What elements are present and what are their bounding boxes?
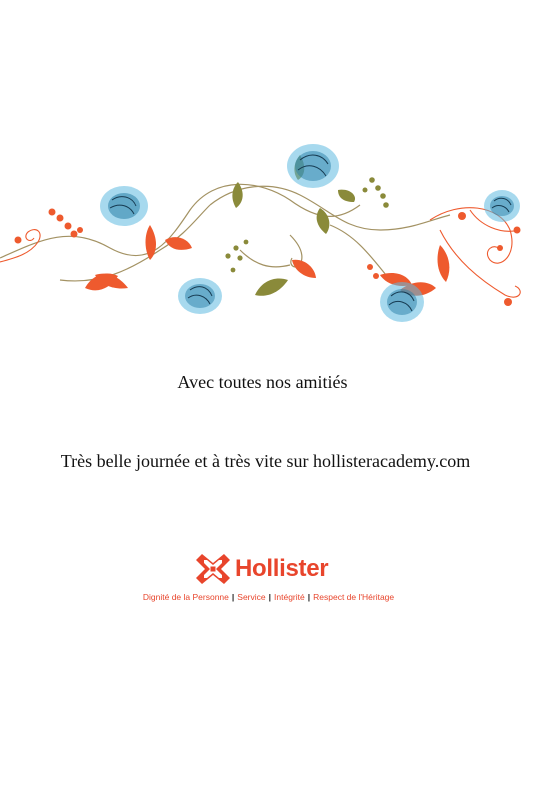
blossom-1 [100, 186, 148, 226]
value-dignity: Dignité de la Personne [142, 592, 229, 602]
greeting-label: Avec toutes nos amitiés [177, 372, 348, 392]
message-label: Très belle journée et à très vite sur ho… [60, 451, 471, 471]
floral-banner-illustration [0, 144, 521, 322]
greeting-text: Avec toutes nos amitiés [0, 372, 537, 393]
separator: | [231, 592, 235, 602]
value-heritage: Respect de l'Héritage [313, 592, 395, 602]
hollister-logo: Hollister [194, 551, 329, 587]
brand-name: Hollister [235, 555, 329, 582]
message-text: Très belle journée et à très vite sur ho… [0, 451, 537, 472]
hollister-cross-icon [196, 554, 230, 584]
separator: | [307, 592, 311, 602]
value-service: Service [237, 592, 266, 602]
brand-values-tagline: Dignité de la Personne | Service | Intégrité… [0, 592, 537, 602]
value-integrity: Intégrité [274, 592, 305, 602]
separator: | [268, 592, 272, 602]
